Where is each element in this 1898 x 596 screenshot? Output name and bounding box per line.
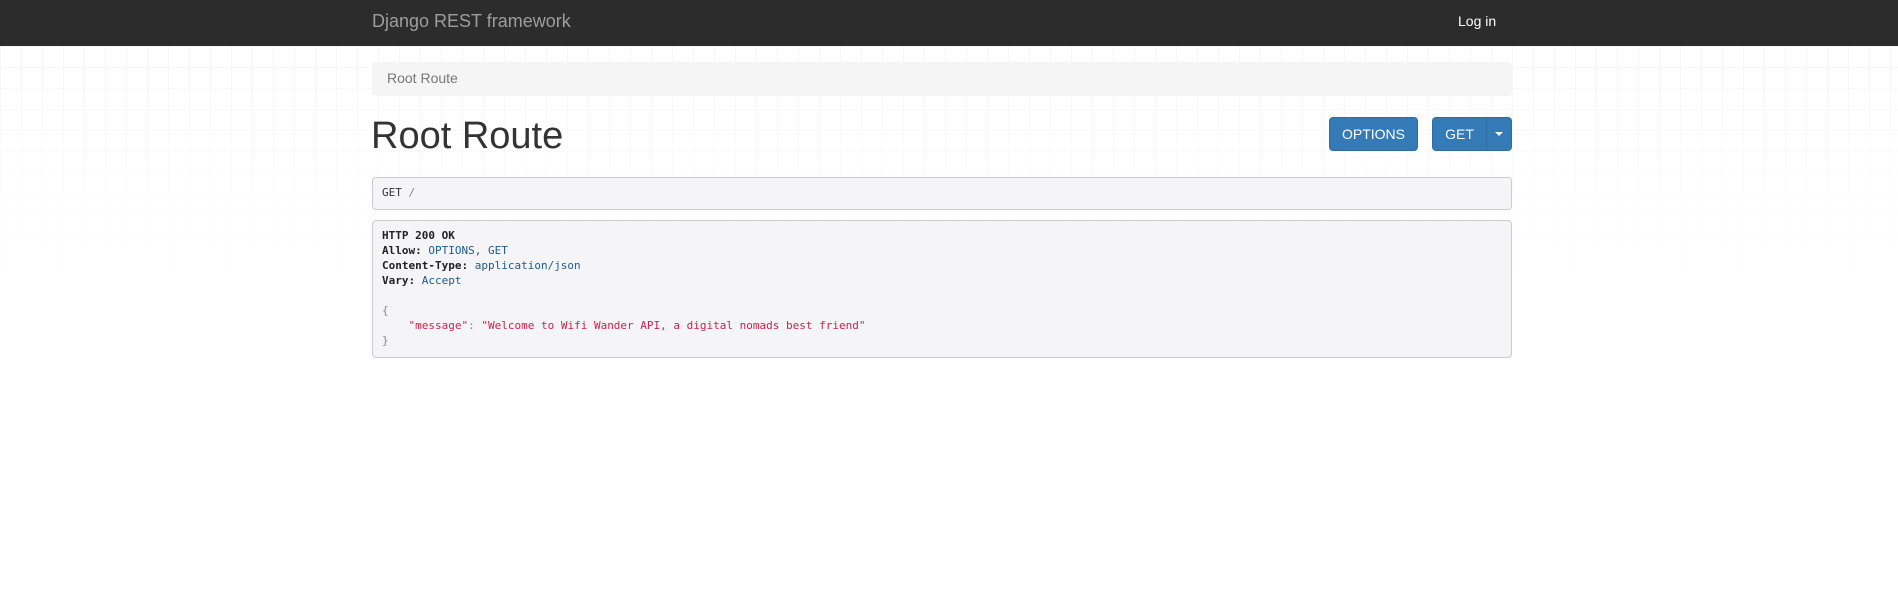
navbar: Django REST framework Log in: [0, 0, 1898, 46]
page-title: Root Route: [371, 115, 564, 157]
json-close-brace: }: [382, 334, 389, 347]
json-key-message: "message": [408, 319, 469, 332]
header-value-allow: OPTIONS, GET: [428, 244, 508, 257]
header-name-allow: Allow:: [382, 244, 422, 257]
login-link[interactable]: Log in: [1458, 13, 1496, 29]
request-path: /: [408, 186, 416, 199]
breadcrumb: Root Route: [372, 62, 1512, 96]
options-button[interactable]: OPTIONS: [1329, 117, 1418, 151]
header-name-content-type: Content-Type:: [382, 259, 469, 272]
get-button[interactable]: GET: [1432, 117, 1487, 151]
breadcrumb-item-root-route[interactable]: Root Route: [387, 70, 458, 86]
response-info: HTTP 200 OK Allow: OPTIONS, GET Content-…: [372, 220, 1512, 358]
json-open-brace: {: [382, 304, 389, 317]
get-format-dropdown-button[interactable]: [1486, 117, 1512, 151]
json-value-message: "Welcome to Wifi Wander API, a digital n…: [481, 319, 866, 332]
brand-link[interactable]: Django REST framework: [372, 11, 571, 32]
header-value-content-type: application/json: [474, 259, 581, 272]
header-value-vary: Accept: [421, 274, 462, 287]
json-separator: :: [468, 319, 482, 332]
response-status: HTTP 200 OK: [382, 229, 455, 242]
request-info: GET /: [372, 177, 1512, 210]
caret-down-icon: [1495, 132, 1503, 136]
header-name-vary: Vary:: [382, 274, 416, 287]
request-method: GET: [382, 186, 402, 199]
